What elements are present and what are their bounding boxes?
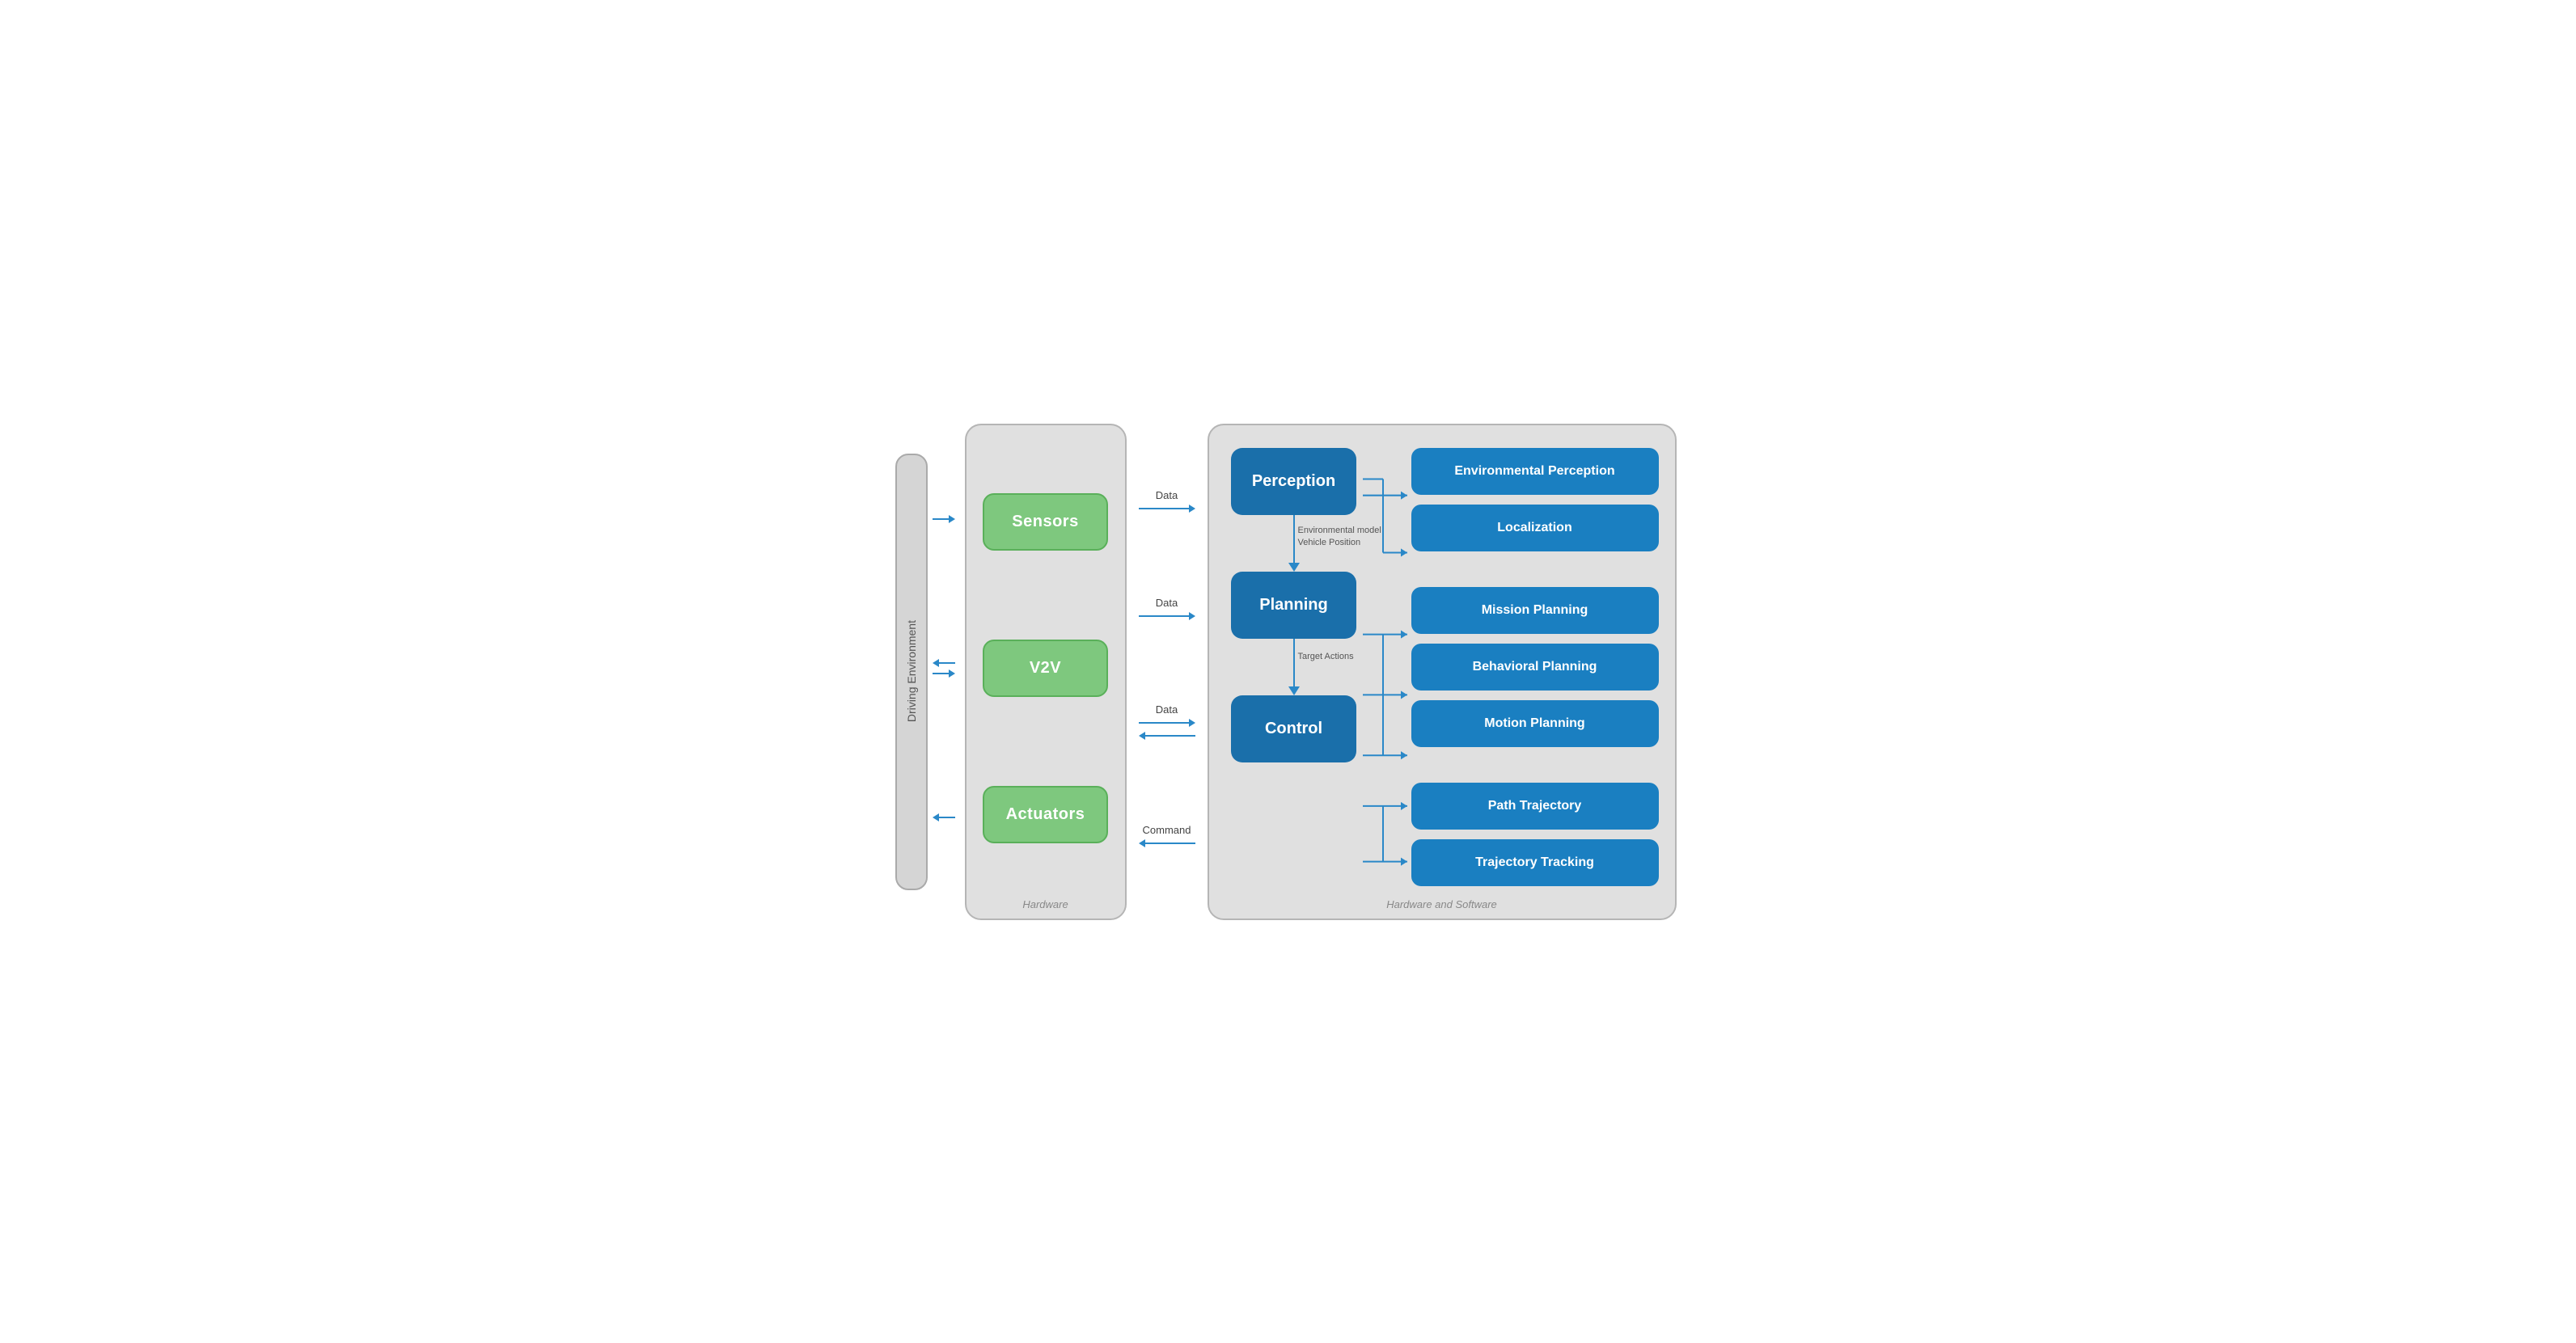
sub-nodes-column: Environmental Perception Localization Mi…: [1411, 445, 1659, 886]
control-node: Control: [1231, 695, 1356, 762]
behavioral-planning-node: Behavioral Planning: [1411, 644, 1659, 691]
command-conn: Command: [1139, 824, 1195, 847]
command-label: Command: [1143, 824, 1191, 836]
data-label-1: Data: [1156, 489, 1178, 501]
planning-to-control-connector: Target Actions: [1293, 639, 1295, 695]
env-to-sensors-arrow: [933, 515, 955, 523]
hardware-label: Hardware: [1022, 898, 1068, 910]
bracket-connectors: [1363, 445, 1411, 886]
data-conn-2: Data: [1139, 597, 1195, 620]
main-nodes-column: Perception Environmental model Vehicle P…: [1225, 445, 1363, 886]
env-perception-node: Environmental Perception: [1411, 448, 1659, 495]
data-label-3: Data: [1156, 703, 1178, 716]
actuators-to-env-arrow: [933, 813, 955, 821]
driving-env-bar: Driving Environment: [895, 454, 928, 890]
group-spacer-1: [1411, 561, 1659, 577]
perception-to-planning-connector: Environmental model Vehicle Position: [1293, 515, 1295, 572]
diagram-container: Driving Environment Hardware: [892, 424, 1685, 920]
group-spacer-2: [1411, 757, 1659, 773]
localization-node: Localization: [1411, 505, 1659, 551]
hw-sw-label: Hardware and Software: [1386, 898, 1497, 910]
data-conn-1: Data: [1139, 489, 1195, 513]
mission-planning-node: Mission Planning: [1411, 587, 1659, 634]
motion-planning-node: Motion Planning: [1411, 700, 1659, 747]
middle-connectors: Data Data Data: [1135, 424, 1199, 920]
hw-sw-section: Hardware and Software Perception Environ…: [1208, 424, 1677, 920]
left-arrows: [931, 424, 957, 920]
data-conn-3: Data: [1139, 703, 1195, 740]
v2v-node: V2V: [983, 640, 1108, 697]
planning-node: Planning: [1231, 572, 1356, 639]
driving-env-label: Driving Environment: [905, 620, 918, 722]
target-actions-label: Target Actions: [1298, 652, 1354, 661]
hardware-section: Hardware Sensors V2V Actuators: [965, 424, 1127, 920]
actuators-node: Actuators: [983, 786, 1108, 843]
sensors-node: Sensors: [983, 493, 1108, 551]
path-trajectory-node: Path Trajectory: [1411, 783, 1659, 830]
data-label-2: Data: [1156, 597, 1178, 609]
driving-environment-section: Driving Environment: [892, 424, 931, 920]
trajectory-tracking-node: Trajectory Tracking: [1411, 839, 1659, 886]
connector-svg: [1363, 445, 1411, 886]
perception-node: Perception: [1231, 448, 1356, 515]
env-to-v2v-arrows: [933, 659, 955, 678]
